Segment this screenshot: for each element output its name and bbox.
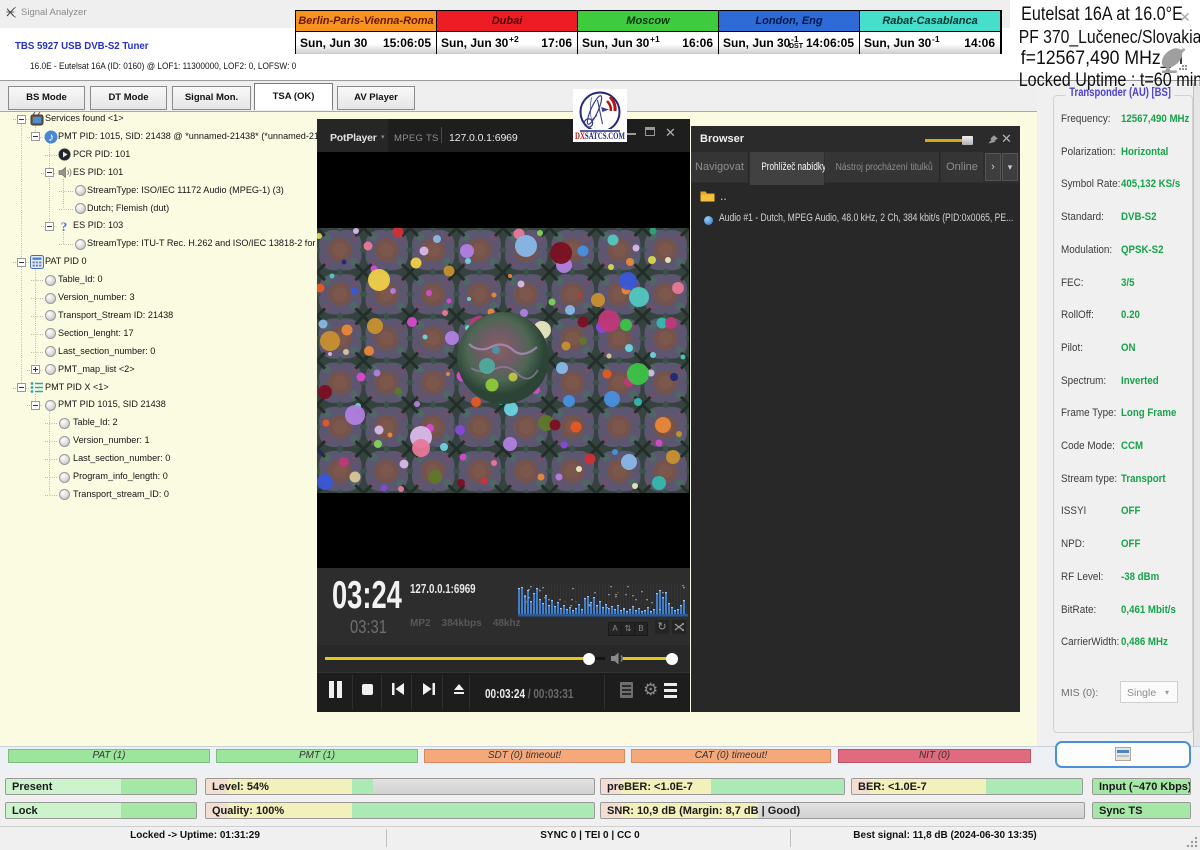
svg-text:DXSATCS.COM: DXSATCS.COM [575, 131, 625, 141]
svg-text:?: ? [61, 219, 68, 233]
svg-text:♪: ♪ [48, 130, 54, 144]
